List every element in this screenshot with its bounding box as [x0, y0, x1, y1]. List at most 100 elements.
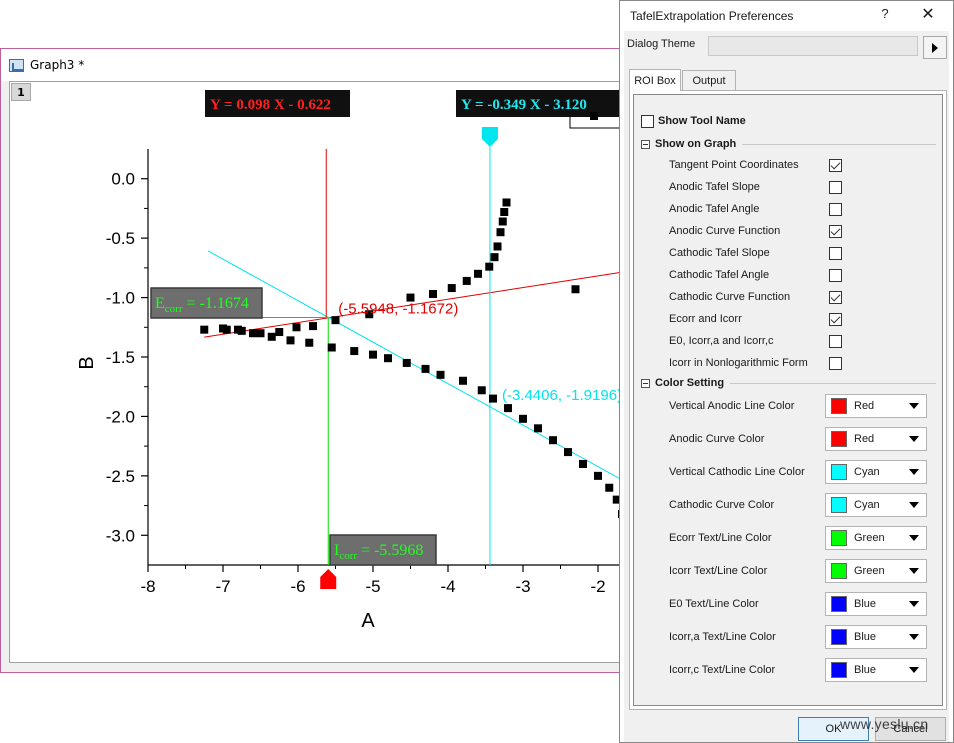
cathodic-data-point — [489, 394, 497, 403]
show-on-graph-option[interactable]: Anodic Curve Function — [669, 222, 937, 240]
dialog-theme-field[interactable] — [708, 36, 918, 56]
color-dropdown[interactable]: Blue — [825, 592, 927, 616]
dialog-titlebar[interactable]: TafelExtrapolation Preferences ? ✕ — [620, 1, 953, 31]
tab-roi-box[interactable]: ROI Box — [629, 69, 681, 91]
x-axis-title: A — [361, 610, 375, 632]
y-tick-label: -1.0 — [106, 289, 135, 308]
option-label: Icorr in Nonlogarithmic Form — [669, 357, 808, 369]
color-value: Green — [854, 532, 885, 544]
show-on-graph-option[interactable]: Cathodic Curve Function — [669, 288, 937, 306]
collapse-icon[interactable] — [641, 139, 650, 149]
layer-badge[interactable]: 1 — [11, 83, 31, 101]
color-dropdown[interactable]: Green — [825, 559, 927, 583]
y-tick-label: -0.5 — [106, 229, 135, 248]
cathodic-data-point — [421, 364, 430, 373]
option-label: Ecorr and Icorr — [669, 313, 742, 325]
color-swatch — [831, 596, 847, 612]
show-tool-name-checkbox[interactable] — [641, 114, 654, 128]
option-label: E0, Icorr,a and Icorr,c — [669, 335, 774, 347]
cathodic-data-point — [267, 332, 276, 341]
option-checkbox[interactable] — [829, 268, 842, 282]
option-checkbox[interactable] — [829, 224, 842, 238]
roi-settings-tree[interactable]: Show Tool Name Show on Graph Tangent Poi… — [633, 94, 943, 706]
cathodic-line-handle[interactable] — [481, 127, 498, 147]
anodic-data-point — [256, 329, 265, 338]
tab-output[interactable]: Output — [682, 70, 736, 90]
color-swatch — [831, 563, 847, 579]
tafel-plot[interactable]: -8 -7 -6 -5 -4 -3 -2 0.0 -0.5 -1.0 -1.5 -2.0 -2.5 -3.… — [10, 82, 630, 664]
show-tool-name-row[interactable]: Show Tool Name — [641, 112, 746, 130]
anodic-data-point — [462, 276, 471, 285]
x-tick-label: -2 — [590, 577, 605, 596]
option-checkbox[interactable] — [829, 246, 842, 260]
color-dropdown[interactable]: Blue — [825, 658, 927, 682]
anodic-data-point — [490, 253, 499, 262]
option-checkbox[interactable] — [829, 202, 842, 216]
cathodic-tangent-point-label: (-3.4406, -1.9196) — [502, 387, 622, 404]
cathodic-data-point — [436, 370, 445, 379]
cathodic-data-point — [384, 354, 392, 363]
color-swatch — [831, 662, 847, 678]
show-on-graph-option[interactable]: E0, Icorr,a and Icorr,c — [669, 332, 937, 350]
show-on-graph-option[interactable]: Anodic Tafel Slope — [669, 178, 937, 196]
option-checkbox[interactable] — [829, 334, 842, 348]
color-value: Red — [854, 433, 875, 445]
show-on-graph-option[interactable]: Anodic Tafel Angle — [669, 200, 937, 218]
show-on-graph-header[interactable]: Show on Graph — [641, 135, 936, 153]
option-checkbox[interactable] — [829, 158, 842, 172]
show-on-graph-option[interactable]: Icorr in Nonlogarithmic Form — [669, 354, 937, 372]
chevron-down-icon — [909, 403, 919, 409]
graph-window[interactable]: Graph3 * -8 -7 -6 -5 -4 -3 -2 0.0 -0.5 -1.0 -1.5 -2… — [0, 48, 640, 673]
ecorr-symbol: E — [155, 295, 165, 312]
close-button[interactable]: ✕ — [920, 4, 936, 24]
option-checkbox[interactable] — [829, 290, 842, 304]
show-on-graph-option[interactable]: Ecorr and Icorr — [669, 310, 937, 328]
color-dropdown[interactable]: Cyan — [825, 460, 927, 484]
graph-window-icon — [9, 58, 24, 72]
anodic-data-point — [447, 284, 456, 293]
x-tick-label: -5 — [365, 577, 380, 596]
color-dropdown[interactable]: Green — [825, 526, 927, 550]
color-dropdown[interactable]: Blue — [825, 625, 927, 649]
color-setting-header[interactable]: Color Setting — [641, 374, 936, 392]
option-checkbox[interactable] — [829, 356, 842, 370]
graph-window-title: Graph3 * — [30, 58, 85, 72]
show-on-graph-option[interactable]: Tangent Point Coordinates — [669, 156, 937, 174]
y-tick-label: -3.0 — [106, 526, 135, 545]
x-tick-label: -7 — [215, 577, 230, 596]
anodic-data-point — [275, 328, 284, 337]
color-value: Blue — [854, 598, 877, 610]
color-setting-label: Ecorr Text/Line Color — [669, 532, 772, 544]
color-setting-label: Icorr,a Text/Line Color — [669, 631, 776, 643]
cathodic-data-point — [327, 343, 336, 352]
anodic-data-point — [500, 207, 509, 216]
color-setting-label: Anodic Curve Color — [669, 433, 765, 445]
color-dropdown[interactable]: Red — [825, 394, 927, 418]
chevron-down-icon — [909, 667, 919, 673]
cathodic-data-point — [477, 386, 486, 395]
graph-titlebar[interactable]: Graph3 * — [1, 49, 639, 81]
dialog-theme-menu-button[interactable] — [923, 36, 947, 59]
chevron-down-icon — [909, 601, 919, 607]
option-checkbox[interactable] — [829, 312, 842, 326]
help-button[interactable]: ? — [878, 6, 892, 21]
show-on-graph-option[interactable]: Cathodic Tafel Angle — [669, 266, 937, 284]
cathodic-data-point — [234, 325, 242, 334]
anodic-data-point — [493, 242, 502, 251]
y-tick-label: -1.5 — [106, 348, 135, 367]
preferences-dialog[interactable]: TafelExtrapolation Preferences ? ✕ Dialo… — [619, 0, 954, 743]
color-swatch — [831, 497, 847, 513]
color-swatch — [831, 398, 847, 414]
anodic-line-handle[interactable] — [320, 569, 337, 589]
cathodic-data-point — [350, 347, 359, 356]
anodic-data-point — [498, 217, 507, 226]
color-dropdown[interactable]: Cyan — [825, 493, 927, 517]
color-value: Red — [854, 400, 875, 412]
color-dropdown[interactable]: Red — [825, 427, 927, 451]
graph-canvas[interactable]: -8 -7 -6 -5 -4 -3 -2 0.0 -0.5 -1.0 -1.5 -2.0 -2.5 -3.… — [9, 81, 630, 664]
collapse-icon[interactable] — [641, 378, 650, 388]
cathodic-data-point — [519, 414, 527, 423]
option-checkbox[interactable] — [829, 180, 842, 194]
cathodic-fit-line[interactable] — [207, 250, 621, 480]
show-on-graph-option[interactable]: Cathodic Tafel Slope — [669, 244, 937, 262]
